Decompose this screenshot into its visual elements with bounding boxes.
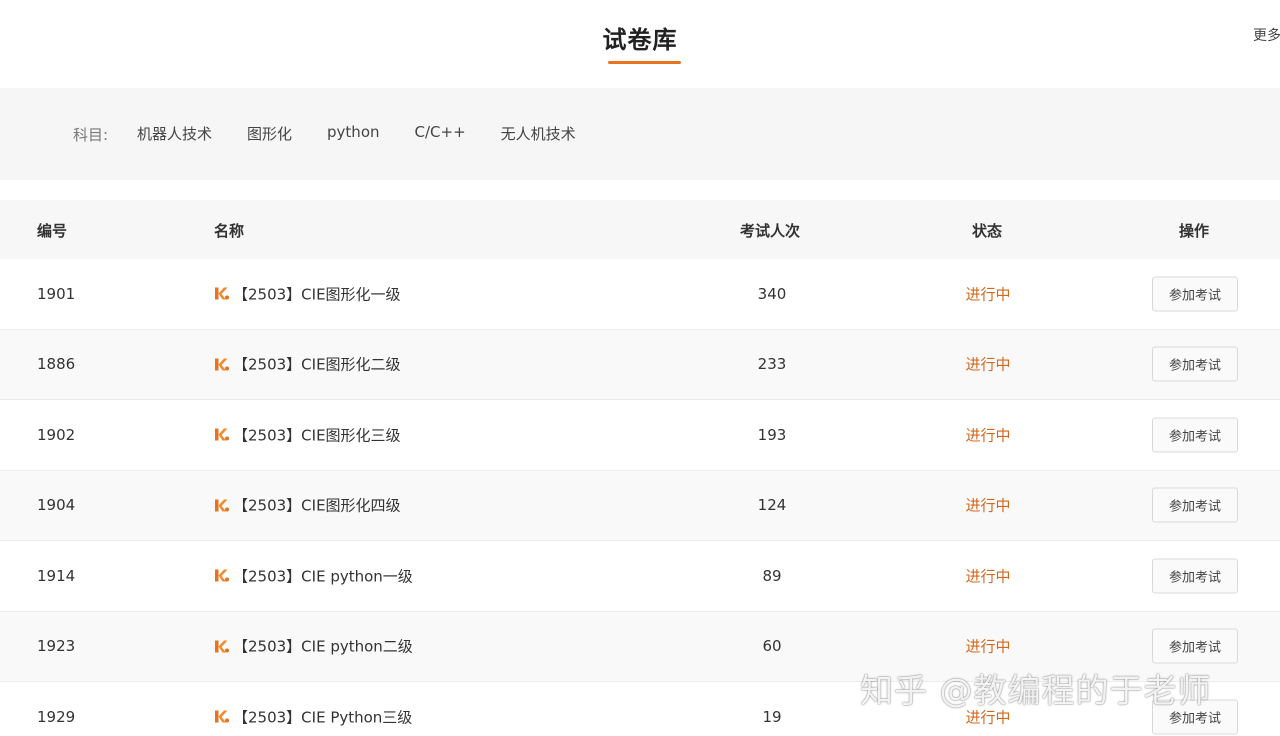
filter-option-cpp[interactable]: C/C++ — [415, 123, 466, 144]
join-exam-button[interactable]: 参加考试 — [1152, 628, 1238, 664]
title-underline — [608, 61, 681, 64]
kp-brand-icon — [214, 638, 233, 654]
exam-name[interactable]: 【2503】CIE图形化二级 — [214, 354, 401, 375]
table-row: 1901 【2503】CIE图形化一级 340 进行中 参加考试 — [0, 259, 1280, 330]
filter-option-python[interactable]: python — [327, 123, 379, 144]
status-badge: 进行中 — [965, 285, 1011, 304]
exam-id: 1914 — [37, 566, 76, 585]
exam-id: 1929 — [37, 707, 76, 726]
status-badge: 进行中 — [965, 567, 1011, 586]
status-badge: 进行中 — [965, 637, 1011, 656]
exam-name[interactable]: 【2503】CIE python二级 — [214, 636, 413, 657]
column-header-count: 考试人次 — [740, 222, 801, 240]
kp-brand-icon — [214, 286, 233, 302]
exam-name-text: 【2503】CIE python一级 — [233, 567, 413, 586]
header: 试卷库 更多 — [0, 0, 1280, 88]
table-body: 1901 【2503】CIE图形化一级 340 进行中 参加考试 1886 【2503】CI… — [0, 259, 1280, 736]
status-badge: 进行中 — [965, 708, 1011, 727]
exam-id: 1886 — [37, 355, 76, 374]
status-badge: 进行中 — [965, 496, 1011, 515]
exam-name[interactable]: 【2503】CIE Python三级 — [214, 706, 412, 727]
exam-name-text: 【2503】CIE图形化四级 — [233, 496, 401, 515]
join-exam-button[interactable]: 参加考试 — [1152, 699, 1238, 735]
exam-name-text: 【2503】CIE图形化三级 — [233, 426, 401, 445]
page-title: 试卷库 — [602, 26, 678, 54]
exam-name-text: 【2503】CIE Python三级 — [233, 708, 413, 727]
status-badge: 进行中 — [965, 355, 1011, 374]
table-row: 1904 【2503】CIE图形化四级 124 进行中 参加考试 — [0, 470, 1280, 541]
exam-count: 124 — [757, 496, 787, 515]
exam-name[interactable]: 【2503】CIE图形化一级 — [214, 283, 401, 304]
kp-brand-icon — [214, 568, 233, 584]
exam-name-text: 【2503】CIE图形化二级 — [233, 355, 401, 374]
table-row: 1886 【2503】CIE图形化二级 233 进行中 参加考试 — [0, 329, 1280, 400]
join-exam-button[interactable]: 参加考试 — [1152, 417, 1238, 453]
filter-option-drone[interactable]: 无人机技术 — [501, 123, 576, 144]
column-header-id: 编号 — [37, 222, 68, 240]
table-row: 1929 【2503】CIE Python三级 19 进行中 参加考试 — [0, 682, 1280, 736]
filter-label: 科目: — [73, 126, 109, 144]
table-row: 1902 【2503】CIE图形化三级 193 进行中 参加考试 — [0, 400, 1280, 471]
kp-brand-icon — [214, 356, 233, 372]
filter-option-robotics[interactable]: 机器人技术 — [137, 123, 212, 144]
exam-count: 193 — [757, 425, 787, 444]
exam-count: 89 — [762, 566, 782, 585]
table-row: 1914 【2503】CIE python一级 89 进行中 参加考试 — [0, 541, 1280, 612]
exam-name[interactable]: 【2503】CIE图形化三级 — [214, 424, 401, 445]
subject-filter-bar: 科目: 机器人技术 图形化 python C/C++ 无人机技术 — [0, 88, 1280, 180]
kp-brand-icon — [214, 497, 233, 513]
column-header-status: 状态 — [972, 222, 1003, 240]
kp-brand-icon — [214, 709, 233, 725]
join-exam-button[interactable]: 参加考试 — [1152, 487, 1238, 523]
filter-option-graphical[interactable]: 图形化 — [247, 123, 292, 144]
exam-name-text: 【2503】CIE图形化一级 — [233, 285, 401, 304]
exam-name[interactable]: 【2503】CIE图形化四级 — [214, 495, 401, 516]
more-link[interactable]: 更多 — [1253, 25, 1280, 45]
table-header: 编号 名称 考试人次 状态 操作 — [0, 200, 1280, 259]
status-badge: 进行中 — [965, 426, 1011, 445]
exam-id: 1904 — [37, 496, 76, 515]
exam-name[interactable]: 【2503】CIE python一级 — [214, 565, 413, 586]
exam-id: 1902 — [37, 425, 76, 444]
exam-count: 60 — [762, 637, 782, 656]
kp-brand-icon — [214, 427, 233, 443]
exam-id: 1901 — [37, 284, 76, 303]
join-exam-button[interactable]: 参加考试 — [1152, 558, 1238, 594]
exam-count: 340 — [757, 284, 787, 303]
column-header-action: 操作 — [1179, 222, 1210, 240]
table-row: 1923 【2503】CIE python二级 60 进行中 参加考试 — [0, 611, 1280, 682]
filter-options: 机器人技术 图形化 python C/C++ 无人机技术 — [137, 123, 576, 144]
exam-count: 19 — [762, 707, 782, 726]
exam-id: 1923 — [37, 637, 76, 656]
join-exam-button[interactable]: 参加考试 — [1152, 276, 1238, 312]
exam-table: 编号 名称 考试人次 状态 操作 1901 【2503】CIE图形化一级 340 进行… — [0, 200, 1280, 736]
exam-name-text: 【2503】CIE python二级 — [233, 637, 413, 656]
exam-count: 233 — [757, 355, 787, 374]
column-header-name: 名称 — [214, 222, 245, 240]
join-exam-button[interactable]: 参加考试 — [1152, 346, 1238, 382]
